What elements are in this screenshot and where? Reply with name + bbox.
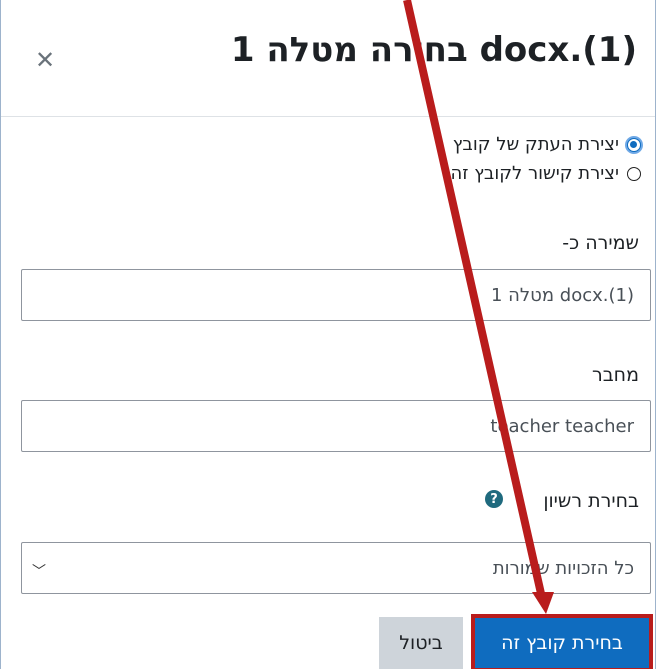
- file-picker-dialog: docx.(1) בחירה מטלה 1 ✕ יצירת העתק של קו…: [0, 0, 656, 669]
- dialog-header: docx.(1) בחירה מטלה 1 ✕: [1, 0, 655, 117]
- option-link-label: יצירת קישור לקובץ זה: [450, 163, 619, 184]
- radio-unselected-icon[interactable]: [627, 166, 641, 181]
- license-select[interactable]: כל הזכויות שמורות ﹀: [21, 542, 651, 594]
- option-copy-label: יצירת העתק של קובץ: [452, 134, 619, 155]
- license-selected-value: כל הזכויות שמורות: [492, 557, 634, 579]
- chevron-down-icon: ﹀: [32, 564, 46, 580]
- dialog-title: docx.(1) בחירה מטלה 1: [230, 30, 637, 70]
- author-input[interactable]: teacher teacher: [21, 400, 651, 452]
- help-icon[interactable]: ?: [485, 490, 503, 508]
- option-link-file[interactable]: יצירת קישור לקובץ זה: [450, 163, 641, 184]
- close-icon[interactable]: ✕: [35, 48, 55, 72]
- cancel-button[interactable]: ביטול: [379, 617, 463, 669]
- author-label: מחבר: [591, 364, 639, 386]
- license-label: בחירת רשיון: [543, 490, 639, 512]
- save-as-label: שמירה כ-: [562, 232, 639, 254]
- select-file-button[interactable]: בחירת קובץ זה: [471, 614, 653, 669]
- save-as-input[interactable]: docx.(1) מטלה 1: [21, 269, 651, 321]
- option-copy-file[interactable]: יצירת העתק של קובץ: [453, 134, 641, 155]
- radio-selected-icon[interactable]: [627, 137, 641, 152]
